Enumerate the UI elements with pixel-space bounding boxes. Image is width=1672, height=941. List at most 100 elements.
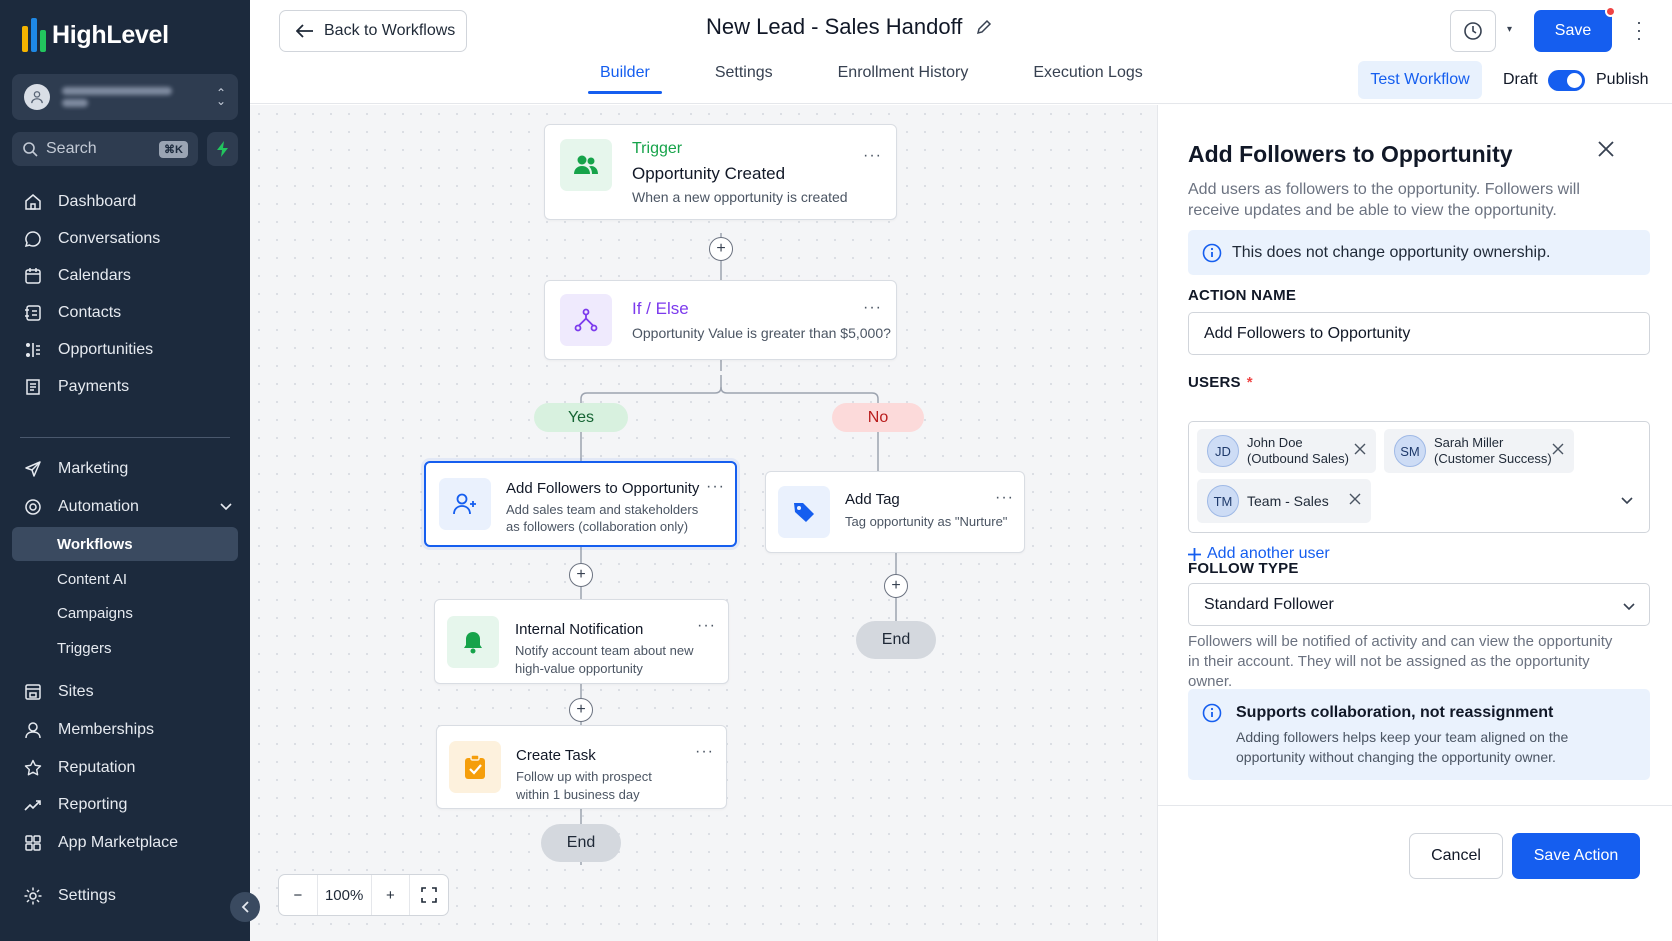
save-action-button[interactable]: Save Action (1512, 833, 1640, 879)
grid-icon (22, 834, 44, 852)
sidebar-item-reporting[interactable]: Reporting (12, 788, 238, 822)
sidebar-item-calendars[interactable]: Calendars (12, 259, 238, 293)
more-horizontal-icon[interactable]: ··· (863, 147, 882, 165)
sidebar-item-app-marketplace[interactable]: App Marketplace (12, 826, 238, 860)
user-name: John Doe (Outbound Sales) (1247, 435, 1349, 467)
chevron-down-icon[interactable] (1621, 492, 1633, 510)
cancel-button[interactable]: Cancel (1409, 833, 1503, 879)
clipboard-check-icon (449, 741, 501, 793)
sidebar-item-dashboard[interactable]: Dashboard (12, 185, 238, 219)
caret-down-icon[interactable]: ▾ (1507, 24, 1512, 35)
sidebar-item-label: Payments (58, 378, 130, 395)
sidebar-item-marketing[interactable]: Marketing (12, 452, 238, 486)
remove-user-icon[interactable] (1354, 442, 1366, 460)
chevron-down-icon (1623, 598, 1635, 616)
more-horizontal-icon[interactable]: ··· (995, 489, 1014, 507)
node-title: Internal Notification (515, 621, 644, 638)
users-label: USERS * (1188, 374, 1253, 391)
back-to-workflows-button[interactable]: Back to Workflows (279, 10, 467, 52)
zoom-in-button[interactable]: + (372, 875, 411, 915)
zoom-out-button[interactable]: − (279, 875, 317, 915)
plus-icon (1188, 547, 1201, 561)
user-chip: SM Sarah Miller (Customer Success) (1384, 429, 1574, 473)
collaboration-info-box: Supports collaboration, not reassignment… (1188, 689, 1650, 780)
tab-execution-logs[interactable]: Execution Logs (1021, 60, 1154, 94)
more-horizontal-icon[interactable]: ··· (697, 617, 716, 635)
sidebar-item-memberships[interactable]: Memberships (12, 713, 238, 747)
clock-icon (1464, 22, 1482, 40)
sidebar-item-triggers[interactable]: Triggers (12, 631, 238, 665)
add-tag-node[interactable]: Add Tag Tag opportunity as "Nurture" ··· (765, 471, 1025, 553)
tab-settings[interactable]: Settings (703, 60, 785, 94)
sidebar-item-workflows[interactable]: Workflows (12, 527, 238, 561)
end-node: End (856, 621, 936, 659)
user-name: Team - Sales (1247, 493, 1329, 509)
add-step-button[interactable]: + (709, 237, 733, 261)
sidebar-item-payments[interactable]: Payments (12, 370, 238, 404)
save-button[interactable]: Save (1534, 10, 1612, 52)
add-step-button[interactable]: + (569, 698, 593, 722)
pencil-icon[interactable] (976, 19, 992, 35)
user-name: Sarah Miller (Customer Success) (1434, 435, 1552, 467)
action-name-input[interactable]: Add Followers to Opportunity (1188, 312, 1650, 355)
user-name-text: Team - Sales (1247, 493, 1329, 509)
automation-icon (22, 498, 44, 516)
sidebar-item-reputation[interactable]: Reputation (12, 751, 238, 785)
sidebar-item-label: Memberships (58, 721, 155, 738)
create-task-node[interactable]: Create Task Follow up with prospect with… (436, 725, 727, 809)
remove-user-icon[interactable] (1349, 492, 1361, 510)
collapse-sidebar-button[interactable] (230, 892, 260, 922)
more-horizontal-icon[interactable]: ··· (695, 743, 714, 761)
version-history-button[interactable] (1450, 10, 1496, 52)
sidebar-item-label: Content AI (57, 570, 128, 588)
user-initials: SM (1394, 435, 1426, 467)
search-input[interactable]: Search ⌘K (12, 132, 198, 166)
sidebar-item-campaigns[interactable]: Campaigns (12, 596, 238, 630)
sidebar: HighLevel ⌃ ⌄ Search ⌘K Dashboard Convers… (0, 0, 250, 941)
account-switcher[interactable]: ⌃ ⌄ (12, 74, 238, 120)
fit-screen-icon[interactable] (410, 875, 448, 915)
user-icon (22, 721, 44, 739)
sidebar-item-automation[interactable]: Automation (12, 490, 238, 524)
sidebar-item-label: Opportunities (58, 341, 154, 358)
sidebar-item-contacts[interactable]: Contacts (12, 296, 238, 330)
sidebar-item-content-ai[interactable]: Content AI (12, 562, 238, 596)
follow-type-value: Standard Follower (1204, 595, 1334, 613)
users-multiselect[interactable]: JD John Doe (Outbound Sales) SM Sarah Mi… (1188, 421, 1650, 533)
add-followers-node[interactable]: Add Followers to Opportunity Add sales t… (424, 461, 737, 547)
add-step-button[interactable]: + (569, 563, 593, 587)
more-horizontal-icon[interactable]: ··· (863, 299, 882, 317)
add-step-button[interactable]: + (884, 574, 908, 598)
tab-enrollment-history[interactable]: Enrollment History (826, 60, 981, 94)
quick-action-bolt-icon[interactable] (207, 132, 238, 166)
more-vertical-icon[interactable]: · · · (1636, 13, 1642, 47)
tab-builder[interactable]: Builder (588, 60, 662, 94)
workflow-canvas[interactable]: Trigger Opportunity Created When a new o… (250, 105, 1157, 941)
chat-icon (22, 230, 44, 248)
publish-toggle[interactable] (1548, 70, 1585, 91)
panel-title: Add Followers to Opportunity (1188, 141, 1513, 167)
sidebar-item-sites[interactable]: Sites (12, 675, 238, 709)
if-else-node[interactable]: If / Else Opportunity Value is greater t… (544, 280, 897, 360)
sidebar-item-label: Triggers (57, 639, 112, 657)
node-subtitle: Notify account team about new (515, 643, 694, 658)
sidebar-item-opportunities[interactable]: Opportunities (12, 333, 238, 367)
star-icon (22, 759, 44, 777)
search-placeholder: Search (46, 140, 97, 157)
trigger-subtitle: When a new opportunity is created (632, 189, 848, 205)
remove-user-icon[interactable] (1552, 442, 1564, 460)
more-horizontal-icon[interactable]: ··· (706, 478, 725, 496)
close-icon[interactable] (1598, 141, 1614, 162)
tag-icon (778, 486, 830, 538)
internal-notification-node[interactable]: Internal Notification Notify account tea… (434, 599, 729, 684)
highlevel-logo[interactable]: HighLevel (22, 18, 169, 52)
sidebar-item-conversations[interactable]: Conversations (12, 222, 238, 256)
follow-type-select[interactable]: Standard Follower (1188, 583, 1650, 626)
sidebar-item-settings[interactable]: Settings (12, 879, 238, 913)
ownership-notice: This does not change opportunity ownersh… (1188, 230, 1650, 275)
sidebar-item-label: Dashboard (58, 193, 137, 210)
trigger-node[interactable]: Trigger Opportunity Created When a new o… (544, 124, 897, 220)
test-workflow-button[interactable]: Test Workflow (1358, 61, 1482, 99)
chevron-left-icon (241, 901, 249, 913)
workflow-header: Back to Workflows New Lead - Sales Hando… (250, 0, 1672, 104)
